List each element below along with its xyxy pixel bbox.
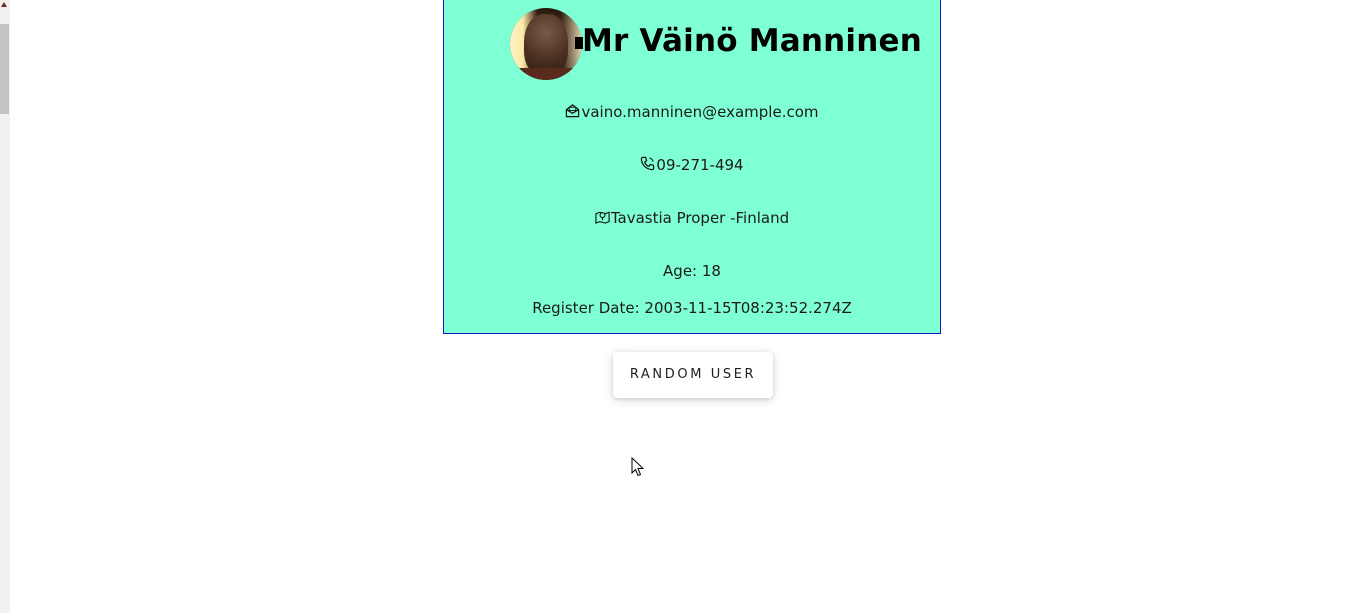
- phone-icon: [640, 156, 655, 171]
- email-row: vaino.manninen@example.com: [444, 103, 940, 121]
- user-card: Mr Väinö Manninen vaino.manninen@example…: [443, 0, 941, 334]
- email-text: vaino.manninen@example.com: [581, 103, 819, 121]
- map-pin-icon: [595, 209, 610, 224]
- location-text: Tavastia Proper -Finland: [610, 209, 790, 227]
- register-date-text: Register Date: 2003-11-15T08:23:52.274Z: [532, 299, 852, 317]
- phone-row: 09-271-494: [444, 156, 940, 174]
- user-avatar: [510, 8, 582, 80]
- age-text: Age: 18: [663, 262, 721, 280]
- location-row: Tavastia Proper -Finland: [444, 209, 940, 227]
- envelope-icon: [565, 103, 580, 118]
- scroll-up-arrow-icon[interactable]: [1, 2, 7, 7]
- random-user-button[interactable]: RANDOM USER: [613, 352, 773, 398]
- phone-text: 09-271-494: [656, 156, 744, 174]
- vertical-scrollbar[interactable]: [0, 0, 10, 613]
- user-name: Mr Väinö Manninen: [582, 23, 923, 59]
- mouse-cursor-icon: [631, 456, 645, 477]
- scrollbar-thumb[interactable]: [0, 24, 9, 114]
